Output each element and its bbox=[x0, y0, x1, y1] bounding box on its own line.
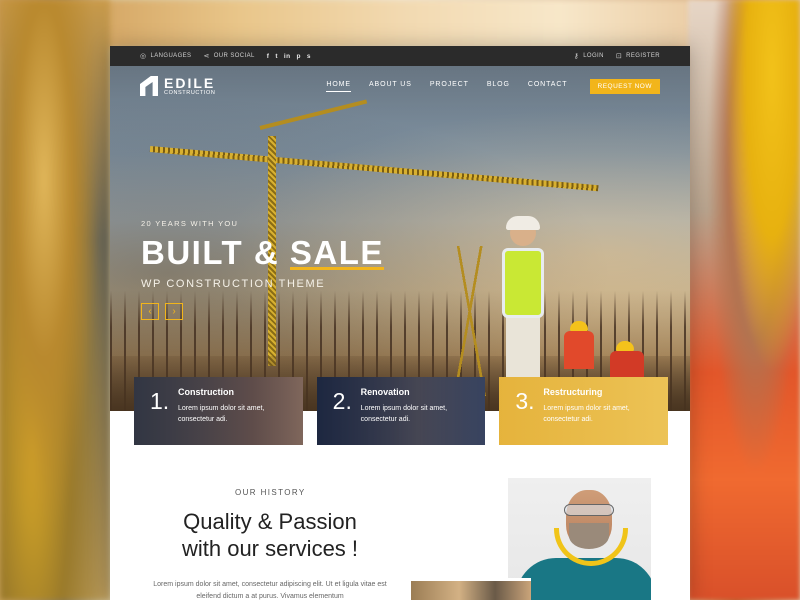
nav-blog[interactable]: BLOG bbox=[487, 81, 510, 91]
logo[interactable]: EDILE CONSTRUCTION bbox=[140, 76, 216, 96]
our-social: ⋖ OUR SOCIAL bbox=[203, 52, 254, 60]
skype-icon[interactable]: s bbox=[307, 53, 311, 60]
service-card-restructuring[interactable]: 3. Restructuring Lorem ipsum dolor sit a… bbox=[499, 377, 668, 445]
nav-menu: HOME ABOUT US PROJECT BLOG CONTACT REQUE… bbox=[326, 78, 660, 94]
backdrop-worker bbox=[688, 0, 800, 600]
lock-icon: ⊡ bbox=[615, 53, 623, 60]
linkedin-icon[interactable]: in bbox=[284, 53, 291, 60]
chevron-right-icon[interactable]: › bbox=[165, 303, 183, 320]
hero-headline-part1: BUILT & bbox=[141, 234, 280, 271]
service-description: Lorem ipsum dolor sit amet, consectetur … bbox=[360, 405, 448, 423]
register-label: REGISTER bbox=[626, 53, 660, 59]
history-title: Quality & Passion with our services ! bbox=[150, 508, 390, 562]
languages-link[interactable]: ◎ LANGUAGES bbox=[140, 52, 191, 60]
service-card-renovation[interactable]: 2. Renovation Lorem ipsum dolor sit amet… bbox=[317, 377, 486, 445]
history-section: OUR HISTORY Quality & Passion with our s… bbox=[110, 445, 690, 600]
logo-name: EDILE bbox=[164, 75, 216, 91]
nav-contact[interactable]: CONTACT bbox=[528, 81, 568, 91]
social-icons: f t in p s bbox=[267, 53, 311, 60]
hero-banner: EDILE CONSTRUCTION HOME ABOUT US PROJECT… bbox=[110, 66, 690, 411]
history-title-line1: Quality & Passion bbox=[183, 509, 357, 534]
portrait-beard bbox=[569, 523, 609, 549]
service-title: Restructuring bbox=[543, 387, 603, 397]
service-title: Renovation bbox=[360, 387, 410, 397]
worker-vest bbox=[502, 248, 544, 318]
twitter-icon[interactable]: t bbox=[275, 53, 278, 60]
service-number: 2. bbox=[332, 388, 352, 414]
slider-arrows: ‹ › bbox=[141, 303, 183, 320]
languages-label: LANGUAGES bbox=[150, 53, 192, 59]
key-icon: ⚷ bbox=[573, 53, 580, 60]
service-card-construction[interactable]: 1. Construction Lorem ipsum dolor sit am… bbox=[134, 377, 303, 445]
nav-home[interactable]: HOME bbox=[326, 81, 351, 92]
history-text: Lorem ipsum dolor sit amet, consectetur … bbox=[153, 581, 387, 600]
nav-about-us[interactable]: ABOUT US bbox=[369, 81, 412, 91]
logo-subtitle: CONSTRUCTION bbox=[164, 90, 216, 96]
website-mockup: ◎ LANGUAGES ⋖ OUR SOCIAL f t in p s ⚷ LO… bbox=[110, 46, 690, 600]
backdrop-excavator bbox=[0, 0, 110, 600]
service-title: Construction bbox=[178, 387, 234, 397]
login-link[interactable]: ⚷ LOGIN bbox=[574, 52, 604, 60]
hero-text: 20 YEARS WITH YOU BUILT & SALE WP CONSTR… bbox=[141, 219, 384, 290]
globe-icon: ◎ bbox=[140, 53, 147, 60]
service-cards: 1. Construction Lorem ipsum dolor sit am… bbox=[134, 377, 668, 445]
service-description: Lorem ipsum dolor sit amet, consectetur … bbox=[178, 405, 265, 423]
our-social-label: OUR SOCIAL bbox=[213, 53, 255, 59]
hero-headline-part2: SALE bbox=[289, 234, 384, 271]
service-description: Lorem ipsum dolor sit amet, consectetur … bbox=[543, 405, 630, 423]
worker-red-2-hardhat bbox=[616, 341, 634, 351]
history-kicker: OUR HISTORY bbox=[235, 488, 306, 497]
worker-red-1 bbox=[560, 321, 600, 371]
backdrop-top bbox=[0, 0, 800, 48]
facebook-icon[interactable]: f bbox=[267, 53, 270, 60]
nav-project[interactable]: PROJECT bbox=[430, 81, 469, 91]
login-label: LOGIN bbox=[583, 53, 604, 59]
hero-headline: BUILT & SALE bbox=[141, 236, 384, 270]
top-bar: ◎ LANGUAGES ⋖ OUR SOCIAL f t in p s ⚷ LO… bbox=[110, 46, 690, 66]
share-icon: ⋖ bbox=[203, 53, 210, 60]
request-now-button[interactable]: REQUEST NOW bbox=[589, 78, 660, 94]
service-number: 3. bbox=[515, 388, 535, 414]
worker-red-1-body bbox=[564, 331, 594, 369]
hero-kicker: 20 YEARS WITH YOU bbox=[141, 219, 239, 228]
surveyor-worker bbox=[488, 216, 558, 396]
chevron-left-icon[interactable]: ‹ bbox=[141, 303, 159, 320]
portrait-safety-glasses bbox=[564, 504, 614, 516]
hero-subheadline: WP CONSTRUCTION THEME bbox=[141, 278, 326, 290]
register-link[interactable]: ⊡ REGISTER bbox=[616, 52, 660, 60]
logo-mark-shape bbox=[140, 76, 158, 96]
main-nav: EDILE CONSTRUCTION HOME ABOUT US PROJECT… bbox=[110, 66, 690, 106]
survey-tripod bbox=[450, 246, 490, 396]
logo-text: EDILE CONSTRUCTION bbox=[164, 76, 216, 96]
worker-hardhat bbox=[506, 216, 540, 230]
service-number: 1. bbox=[150, 388, 170, 414]
pinterest-icon[interactable]: p bbox=[296, 53, 300, 60]
history-title-line2: with our services ! bbox=[181, 536, 359, 561]
worker-red-1-hardhat bbox=[570, 321, 588, 331]
site-photo-image bbox=[411, 578, 531, 600]
logo-mark-icon bbox=[140, 76, 158, 96]
